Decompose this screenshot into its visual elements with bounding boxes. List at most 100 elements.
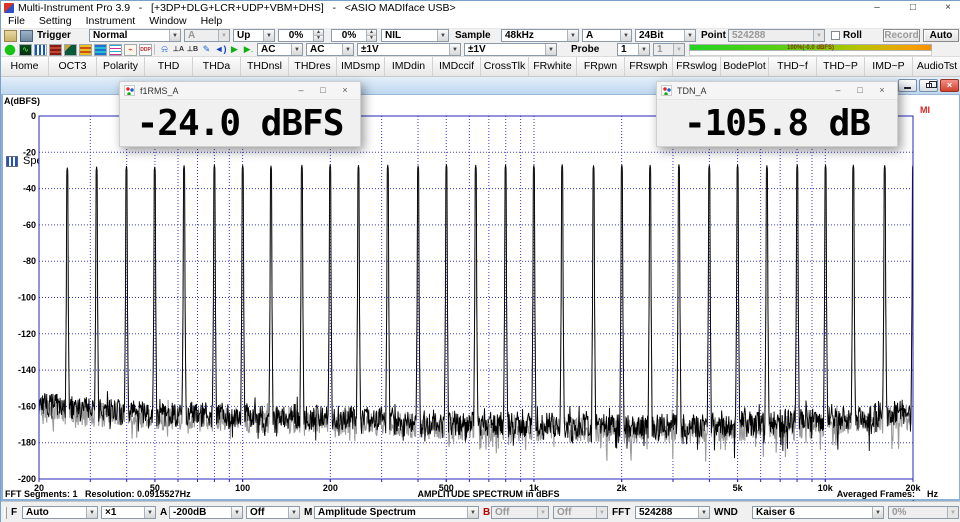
a-shift-select[interactable]: Off▼ bbox=[246, 506, 300, 519]
maximize-button[interactable]: □ bbox=[899, 1, 927, 15]
freq-zoom-select[interactable]: ×1▼ bbox=[101, 506, 156, 519]
quick-imd-p[interactable]: IMD~P bbox=[865, 57, 913, 76]
device-test-plan-icon[interactable]: ⍾ bbox=[158, 44, 171, 56]
close-button[interactable]: × bbox=[934, 1, 960, 15]
quick-oct3[interactable]: OCT3 bbox=[49, 57, 97, 76]
quick-frswlog[interactable]: FRswlog bbox=[673, 57, 721, 76]
data-logger-icon[interactable] bbox=[109, 44, 122, 56]
waterfall-a-icon[interactable] bbox=[79, 44, 92, 56]
chevron-down-icon: ▼ bbox=[218, 30, 229, 41]
spinner-arrows-icon[interactable]: ▲▼ bbox=[313, 30, 323, 41]
quick-thda[interactable]: THDa bbox=[193, 57, 241, 76]
trigger-hpf-select[interactable]: NIL▼ bbox=[381, 29, 449, 42]
reference-b-icon[interactable]: ⊥B bbox=[186, 44, 199, 56]
quick-audiotst[interactable]: AudioTst bbox=[913, 57, 960, 76]
trigger-mode-select[interactable]: Normal▼ bbox=[89, 29, 181, 42]
trigger-level-stepper[interactable]: 0%▲▼ bbox=[278, 29, 324, 42]
bit-depth-select[interactable]: 24Bit▼ bbox=[635, 29, 696, 42]
trigger-edge-select[interactable]: Up▼ bbox=[233, 29, 275, 42]
trigger-delay-stepper[interactable]: 0%▲▼ bbox=[331, 29, 377, 42]
thdn-readout-titlebar[interactable]: TDN_A – □ × bbox=[657, 82, 897, 100]
maximize-button[interactable]: □ bbox=[849, 82, 871, 99]
signal-generator-icon[interactable]: ⌁ bbox=[124, 44, 137, 56]
child-restore-button[interactable] bbox=[919, 79, 938, 92]
chevron-down-icon: ▼ bbox=[449, 44, 460, 55]
input-level-meter-scale bbox=[689, 51, 932, 56]
minimize-button[interactable]: – bbox=[290, 82, 312, 99]
freq-axis-select[interactable]: Auto▼ bbox=[22, 506, 98, 519]
auto-button[interactable]: Auto bbox=[923, 29, 959, 42]
quick-thd-p[interactable]: THD~P bbox=[817, 57, 865, 76]
quick-bodeplot[interactable]: BodePlot bbox=[721, 57, 769, 76]
rms-readout-titlebar[interactable]: f1RMS_A – □ × bbox=[120, 82, 360, 100]
quick-home[interactable]: Home bbox=[1, 57, 49, 76]
probe-a-select[interactable]: 1▼ bbox=[617, 43, 650, 56]
checkbox-icon[interactable] bbox=[831, 31, 840, 40]
sample-channel-select[interactable]: A▼ bbox=[582, 29, 632, 42]
open-file-icon[interactable] bbox=[4, 30, 17, 42]
child-close-button[interactable]: × bbox=[940, 79, 959, 92]
coupling-b-select[interactable]: AC▼ bbox=[306, 43, 354, 56]
child-minimize-button[interactable] bbox=[898, 79, 917, 92]
quick-polarity[interactable]: Polarity bbox=[97, 57, 145, 76]
quick-imddin[interactable]: IMDdin bbox=[385, 57, 433, 76]
chevron-down-icon: ▼ bbox=[545, 44, 556, 55]
quick-imdccif[interactable]: IMDccif bbox=[433, 57, 481, 76]
multimeter-icon[interactable] bbox=[49, 44, 62, 56]
spectrum-3d-plot-icon[interactable] bbox=[64, 44, 77, 56]
maximize-button[interactable]: □ bbox=[312, 82, 334, 99]
play-loop-icon[interactable]: ▶. bbox=[242, 44, 255, 56]
thdn-readout-title: TDN_A bbox=[677, 86, 827, 96]
chevron-down-icon: ▼ bbox=[638, 44, 649, 55]
quick-thdres[interactable]: THDres bbox=[289, 57, 337, 76]
range-a-select[interactable]: ±1V▼ bbox=[357, 43, 461, 56]
view-mode-select[interactable]: Amplitude Spectrum▼ bbox=[314, 506, 479, 519]
sample-rate-select[interactable]: 48kHz▼ bbox=[501, 29, 579, 42]
quick-frpwn[interactable]: FRpwn bbox=[577, 57, 625, 76]
close-button[interactable]: × bbox=[334, 82, 356, 99]
play-icon[interactable]: ▶ bbox=[228, 44, 241, 56]
oscilloscope-icon[interactable]: ∿ bbox=[19, 44, 32, 56]
quick-thd[interactable]: THD bbox=[145, 57, 193, 76]
close-button[interactable]: × bbox=[871, 82, 893, 99]
speaker-icon[interactable]: ◄) bbox=[214, 44, 227, 56]
reference-a-icon[interactable]: ⊥A bbox=[172, 44, 185, 56]
run-indicator-icon[interactable] bbox=[4, 44, 17, 56]
fft-size-select[interactable]: 524288▼ bbox=[635, 506, 710, 519]
save-icon[interactable] bbox=[20, 30, 33, 42]
quick-frswph[interactable]: FRswph bbox=[625, 57, 673, 76]
menu-file[interactable]: File bbox=[1, 15, 32, 28]
quick-imdsmp[interactable]: IMDsmp bbox=[337, 57, 385, 76]
menu-instrument[interactable]: Instrument bbox=[79, 15, 143, 28]
spinner-arrows-icon[interactable]: ▲▼ bbox=[366, 30, 376, 41]
chevron-down-icon: ▼ bbox=[467, 507, 478, 518]
chevron-down-icon: ▼ bbox=[263, 30, 274, 41]
spectrum-analyzer-icon[interactable] bbox=[34, 44, 47, 56]
window-function-select[interactable]: Kaiser 6▼ bbox=[752, 506, 884, 519]
quick-thdnsl[interactable]: THDnsl bbox=[241, 57, 289, 76]
a-range-select[interactable]: -200dB▼ bbox=[169, 506, 243, 519]
range-b-select[interactable]: ±1V▼ bbox=[464, 43, 557, 56]
chevron-down-icon: ▼ bbox=[86, 507, 97, 518]
quick-crosstlk[interactable]: CrossTlk bbox=[481, 57, 529, 76]
svg-text:-140: -140 bbox=[18, 365, 36, 375]
menu-help[interactable]: Help bbox=[194, 15, 230, 28]
menu-window[interactable]: Window bbox=[142, 15, 193, 28]
toolbar-instrument-row: ∿ ⌁ DDP ⍾ ⊥A ⊥B ✎ ◄) ▶ ▶. AC▼ AC▼ ±1V▼ ±… bbox=[1, 43, 960, 57]
minimize-button[interactable]: – bbox=[863, 1, 891, 15]
close-icon: × bbox=[947, 80, 952, 91]
trigger-source-select: A▼ bbox=[184, 29, 230, 42]
b-shift-select: Off▼ bbox=[553, 506, 608, 519]
coupling-a-select[interactable]: AC▼ bbox=[257, 43, 303, 56]
menu-setting[interactable]: Setting bbox=[32, 15, 79, 28]
quick-frwhite[interactable]: FRwhite bbox=[529, 57, 577, 76]
pen-marker-icon[interactable]: ✎ bbox=[200, 44, 213, 56]
chevron-down-icon: ▼ bbox=[567, 30, 578, 41]
minimize-button[interactable]: – bbox=[827, 82, 849, 99]
m-label: M bbox=[304, 507, 312, 519]
analyzer-status-row: FFT Segments: 1 Resolution: 0.0915527Hz … bbox=[1, 489, 960, 500]
roll-checkbox[interactable]: Roll bbox=[831, 30, 862, 41]
waterfall-b-icon[interactable] bbox=[94, 44, 107, 56]
ddp-viewer-icon[interactable]: DDP bbox=[139, 44, 152, 56]
quick-thd-f[interactable]: THD~f bbox=[769, 57, 817, 76]
